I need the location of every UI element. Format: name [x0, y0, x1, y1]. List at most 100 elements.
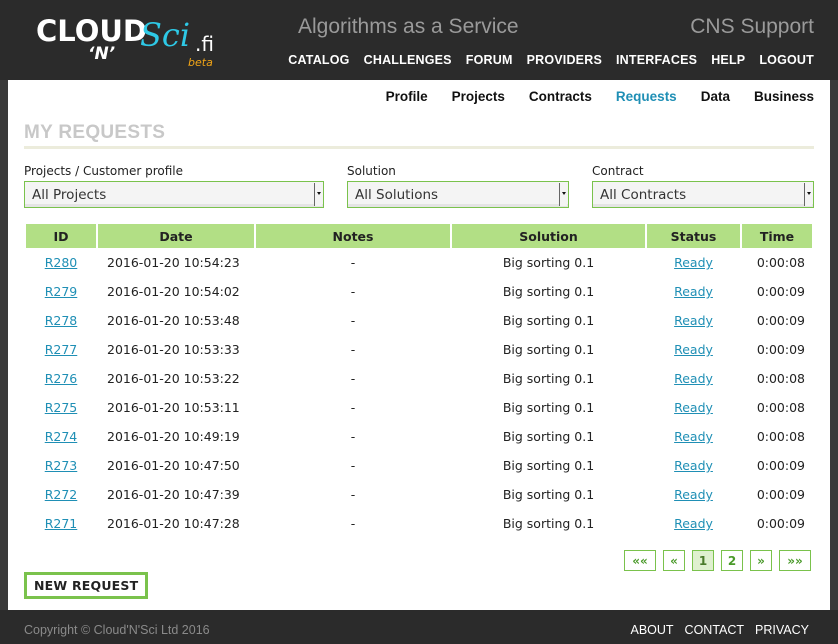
request-status-link[interactable]: Ready: [674, 400, 713, 415]
nav-challenges[interactable]: CHALLENGES: [364, 53, 452, 67]
contract-select[interactable]: All Contracts: [592, 181, 814, 208]
request-id-cell: R280: [26, 248, 96, 277]
col-header-notes[interactable]: Notes: [256, 224, 450, 248]
subnav-requests[interactable]: Requests: [616, 89, 677, 104]
page-button-2[interactable]: 2: [721, 550, 743, 571]
table-row: R275 2016-01-20 10:53:11 - Big sorting 0.1 R…: [26, 393, 812, 422]
table-row: R272 2016-01-20 10:47:39 - Big sorting 0.1 R…: [26, 480, 812, 509]
logo-sci: Sci: [140, 16, 191, 54]
subnav-data[interactable]: Data: [701, 89, 730, 104]
nav-interfaces[interactable]: INTERFACES: [616, 53, 697, 67]
request-status-cell: Ready: [647, 277, 740, 306]
projects-filter: Projects / Customer profile All Projects: [24, 164, 324, 208]
request-status-link[interactable]: Ready: [674, 313, 713, 328]
request-status-link[interactable]: Ready: [674, 284, 713, 299]
footer-about-link[interactable]: ABOUT: [630, 623, 673, 637]
site-footer: Copyright © Cloud'N'Sci Ltd 2016 ABOUT C…: [0, 610, 838, 644]
nav-catalog[interactable]: CATALOG: [288, 53, 349, 67]
nav-providers[interactable]: PROVIDERS: [527, 53, 602, 67]
request-notes: -: [350, 284, 356, 299]
request-id-link[interactable]: R271: [45, 516, 78, 531]
table-header-row: ID Date Notes Solution Status Time: [26, 224, 812, 248]
col-header-id[interactable]: ID: [26, 224, 96, 248]
col-header-date[interactable]: Date: [98, 224, 254, 248]
request-id-link[interactable]: R273: [45, 458, 78, 473]
request-solution: Big sorting 0.1: [502, 487, 595, 502]
title-divider: [24, 146, 814, 149]
table-row: R280 2016-01-20 10:54:23 - Big sorting 0.1 R…: [26, 248, 812, 277]
request-status-link[interactable]: Ready: [674, 371, 713, 386]
request-id-link[interactable]: R278: [45, 313, 78, 328]
nav-logout[interactable]: LOGOUT: [759, 53, 814, 67]
request-date: 2016-01-20 10:47:50: [107, 458, 240, 473]
requests-table-body: R280 2016-01-20 10:54:23- Big sorting 0.1 R…: [26, 248, 812, 538]
table-row: R271 2016-01-20 10:47:28 - Big sorting 0.1 R…: [26, 509, 812, 538]
request-status-link[interactable]: Ready: [674, 342, 713, 357]
request-time: 0:00:08: [756, 429, 805, 444]
site-tagline: Algorithms as a Service: [298, 15, 519, 38]
request-status-link[interactable]: Ready: [674, 255, 713, 270]
request-id-link[interactable]: R274: [45, 429, 78, 444]
table-row: R276 2016-01-20 10:53:22 - Big sorting 0.1 R…: [26, 364, 812, 393]
nav-help[interactable]: HELP: [711, 53, 745, 67]
logo-fi: .fi: [195, 32, 214, 56]
request-notes: -: [350, 400, 356, 415]
request-id-link[interactable]: R276: [45, 371, 78, 386]
last-page-button[interactable]: »»: [779, 550, 811, 571]
request-solution: Big sorting 0.1: [502, 342, 595, 357]
request-status-cell: Ready: [647, 451, 740, 480]
subnav-profile[interactable]: Profile: [386, 89, 428, 104]
request-status-link[interactable]: Ready: [674, 458, 713, 473]
subnav-contracts[interactable]: Contracts: [529, 89, 592, 104]
request-status-cell: Ready: [647, 393, 740, 422]
request-date: 2016-01-20 10:53:48: [107, 313, 240, 328]
subnav-business[interactable]: Business: [754, 89, 814, 104]
contract-select-value: All Contracts: [600, 187, 687, 203]
prev-page-button[interactable]: «: [663, 550, 685, 571]
cns-support-link[interactable]: CNS Support: [690, 15, 814, 39]
request-id-link[interactable]: R277: [45, 342, 78, 357]
subnav-projects[interactable]: Projects: [452, 89, 505, 104]
request-solution: Big sorting 0.1: [502, 371, 595, 386]
nav-forum[interactable]: FORUM: [466, 53, 513, 67]
request-status-link[interactable]: Ready: [674, 487, 713, 502]
solution-select-value: All Solutions: [355, 187, 439, 203]
request-notes: -: [350, 516, 356, 531]
page-button-1[interactable]: 1: [692, 550, 714, 571]
table-row: R278 2016-01-20 10:53:48 - Big sorting 0.1 R…: [26, 306, 812, 335]
request-date: 2016-01-20 10:47:39: [107, 487, 240, 502]
request-status-link[interactable]: Ready: [674, 429, 713, 444]
request-status-cell: Ready: [647, 364, 740, 393]
request-id-cell: R275: [26, 393, 96, 422]
request-solution: Big sorting 0.1: [502, 284, 595, 299]
next-page-button[interactable]: »: [750, 550, 772, 571]
request-time: 0:00:09: [756, 516, 805, 531]
request-id-link[interactable]: R280: [45, 255, 78, 270]
footer-contact-link[interactable]: CONTACT: [685, 623, 745, 637]
projects-select[interactable]: All Projects: [24, 181, 324, 208]
footer-privacy-link[interactable]: PRIVACY: [755, 623, 809, 637]
solution-select[interactable]: All Solutions: [347, 181, 569, 208]
request-id-link[interactable]: R272: [45, 487, 78, 502]
request-date: 2016-01-20 10:53:22: [107, 371, 240, 386]
first-page-button[interactable]: ««: [624, 550, 656, 571]
request-status-cell: Ready: [647, 335, 740, 364]
request-time: 0:00:08: [756, 400, 805, 415]
request-notes: -: [350, 255, 356, 270]
request-status-cell: Ready: [647, 306, 740, 335]
request-time: 0:00:08: [756, 371, 805, 386]
col-header-time[interactable]: Time: [742, 224, 812, 248]
request-time: 0:00:09: [756, 458, 805, 473]
site-header: CLOUD ‘N’ Sci .fi beta Algorithms as a S…: [0, 0, 838, 80]
col-header-status[interactable]: Status: [647, 224, 740, 248]
new-request-button[interactable]: NEW REQUEST: [24, 572, 149, 599]
table-row: R273 2016-01-20 10:47:50 - Big sorting 0.1 R…: [26, 451, 812, 480]
cloudnsci-logo[interactable]: CLOUD ‘N’ Sci .fi beta: [36, 12, 226, 74]
request-date: 2016-01-20 10:53:11: [107, 400, 240, 415]
request-status-cell: Ready: [647, 248, 740, 277]
request-id-link[interactable]: R279: [45, 284, 78, 299]
request-id-link[interactable]: R275: [45, 400, 78, 415]
request-id-cell: R276: [26, 364, 96, 393]
request-status-link[interactable]: Ready: [674, 516, 713, 531]
col-header-solution[interactable]: Solution: [452, 224, 645, 248]
